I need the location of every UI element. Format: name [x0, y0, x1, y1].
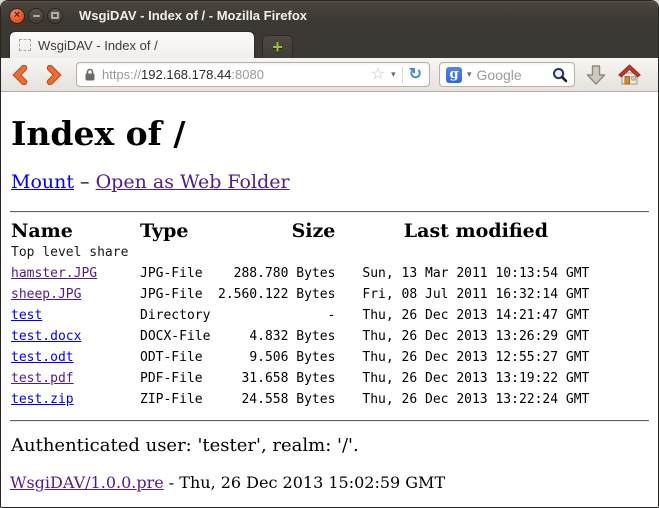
file-link[interactable]: test.pdf — [11, 371, 74, 386]
tab-label: WsgiDAV - Index of / — [38, 38, 158, 53]
search-engine-dropdown-icon[interactable]: ▾ — [467, 70, 472, 79]
maximize-icon — [51, 12, 59, 19]
minimize-button[interactable] — [28, 8, 44, 24]
file-size: 24.558 Bytes — [218, 389, 335, 410]
auth-status: Authenticated user: 'tester', realm: '/'… — [11, 435, 649, 456]
table-row: sheep.JPG JPG-File 2.560.122 Bytes Fri, … — [11, 284, 589, 305]
tab-bar: WsgiDAV - Index of / + — [1, 29, 658, 58]
navigation-toolbar: https://192.168.178.44:8080 ☆ ▾ ↻ g ▾ — [1, 58, 658, 92]
table-caption-row: Top level share — [11, 243, 589, 263]
file-link[interactable]: test — [11, 308, 42, 323]
minimize-icon — [33, 15, 40, 17]
table-row: test Directory - Thu, 26 Dec 2013 14:21:… — [11, 305, 589, 326]
file-size: - — [218, 305, 335, 326]
file-type: ZIP-File — [140, 389, 218, 410]
mount-link[interactable]: Mount — [11, 171, 74, 193]
reload-button[interactable]: ↻ — [409, 67, 422, 83]
url-host: 192.168.178.44 — [141, 67, 231, 82]
file-type: Directory — [140, 305, 218, 326]
table-row: test.odt ODT-File 9.506 Bytes Thu, 26 De… — [11, 347, 589, 368]
table-row: test.pdf PDF-File 31.658 Bytes Thu, 26 D… — [11, 368, 589, 389]
file-type: PDF-File — [140, 368, 218, 389]
footer-timestamp: - Thu, 26 Dec 2013 15:02:59 GMT — [164, 473, 445, 492]
file-size: 9.506 Bytes — [218, 347, 335, 368]
wsgidav-version-link[interactable]: WsgiDAV/1.0.0.pre — [10, 473, 164, 492]
header-size: Size — [218, 213, 335, 243]
divider-bottom — [10, 420, 649, 422]
search-box[interactable]: g ▾ — [439, 62, 575, 87]
file-link[interactable]: test.zip — [11, 392, 74, 407]
page-footer: WsgiDAV/1.0.0.pre - Thu, 26 Dec 2013 15:… — [10, 473, 649, 492]
page-content: Index of / Mount – Open as Web Folder Na… — [1, 92, 658, 507]
file-size: 2.560.122 Bytes — [218, 284, 335, 305]
titlebar[interactable]: × WsgiDAV - Index of / - Mozilla Firefox — [1, 1, 658, 29]
file-modified: Thu, 26 Dec 2013 13:22:24 GMT — [335, 389, 589, 410]
tab-wsgidav[interactable]: WsgiDAV - Index of / — [9, 31, 255, 58]
search-input[interactable] — [477, 67, 547, 83]
google-engine-icon[interactable]: g — [446, 67, 462, 83]
close-icon: × — [14, 10, 20, 21]
forward-icon — [46, 65, 62, 85]
bookmark-star-icon[interactable]: ☆ — [371, 67, 385, 83]
lock-icon — [84, 68, 96, 81]
table-row: test.zip ZIP-File 24.558 Bytes Thu, 26 D… — [11, 389, 589, 410]
file-size: 4.832 Bytes — [218, 326, 335, 347]
window-title: WsgiDAV - Index of / - Mozilla Firefox — [79, 8, 307, 23]
file-modified: Thu, 26 Dec 2013 12:55:27 GMT — [335, 347, 589, 368]
maximize-button[interactable] — [47, 8, 63, 24]
header-last-modified: Last modified — [335, 213, 589, 243]
new-tab-button[interactable]: + — [262, 35, 293, 58]
forward-button[interactable] — [45, 64, 63, 86]
url-scheme: https:// — [102, 67, 141, 82]
header-type: Type — [140, 213, 218, 243]
home-button[interactable] — [617, 63, 642, 86]
url-text: https://192.168.178.44:8080 — [102, 67, 365, 82]
file-modified: Thu, 26 Dec 2013 14:21:47 GMT — [335, 305, 589, 326]
back-button[interactable] — [11, 64, 29, 86]
table-header-row: Name Type Size Last modified — [11, 213, 589, 243]
file-link[interactable]: hamster.JPG — [11, 266, 97, 281]
file-modified: Thu, 26 Dec 2013 13:26:29 GMT — [335, 326, 589, 347]
file-size: 288.780 Bytes — [218, 263, 335, 284]
plus-icon: + — [272, 38, 283, 56]
file-size: 31.658 Bytes — [218, 368, 335, 389]
file-modified: Thu, 26 Dec 2013 13:19:22 GMT — [335, 368, 589, 389]
urlbar-separator — [402, 67, 403, 83]
table-row: test.docx DOCX-File 4.832 Bytes Thu, 26 … — [11, 326, 589, 347]
file-table: Name Type Size Last modified Top level s… — [11, 213, 589, 410]
file-type: JPG-File — [140, 263, 218, 284]
file-type: DOCX-File — [140, 326, 218, 347]
quick-links: Mount – Open as Web Folder — [11, 171, 649, 193]
download-arrow-icon — [584, 63, 608, 87]
url-bar[interactable]: https://192.168.178.44:8080 ☆ ▾ ↻ — [76, 62, 430, 87]
file-type: ODT-File — [140, 347, 218, 368]
file-modified: Sun, 13 Mar 2011 10:13:54 GMT — [335, 263, 589, 284]
header-name: Name — [11, 213, 140, 243]
links-separator: – — [74, 171, 96, 193]
file-link[interactable]: sheep.JPG — [11, 287, 81, 302]
file-link[interactable]: test.odt — [11, 350, 74, 365]
open-as-web-folder-link[interactable]: Open as Web Folder — [96, 171, 290, 193]
share-caption: Top level share — [11, 243, 589, 263]
back-icon — [12, 65, 28, 85]
downloads-button[interactable] — [584, 63, 608, 87]
search-magnifier-icon[interactable] — [552, 67, 568, 83]
home-icon — [617, 63, 642, 86]
urlbar-dropdown-icon[interactable]: ▾ — [391, 70, 396, 79]
favicon-placeholder-icon — [19, 39, 31, 51]
file-modified: Fri, 08 Jul 2011 16:32:14 GMT — [335, 284, 589, 305]
firefox-window: × WsgiDAV - Index of / - Mozilla Firefox… — [0, 0, 659, 508]
url-port: :8080 — [231, 67, 264, 82]
close-button[interactable]: × — [9, 8, 25, 24]
page-title: Index of / — [11, 114, 649, 153]
file-type: JPG-File — [140, 284, 218, 305]
file-link[interactable]: test.docx — [11, 329, 81, 344]
table-row: hamster.JPG JPG-File 288.780 Bytes Sun, … — [11, 263, 589, 284]
